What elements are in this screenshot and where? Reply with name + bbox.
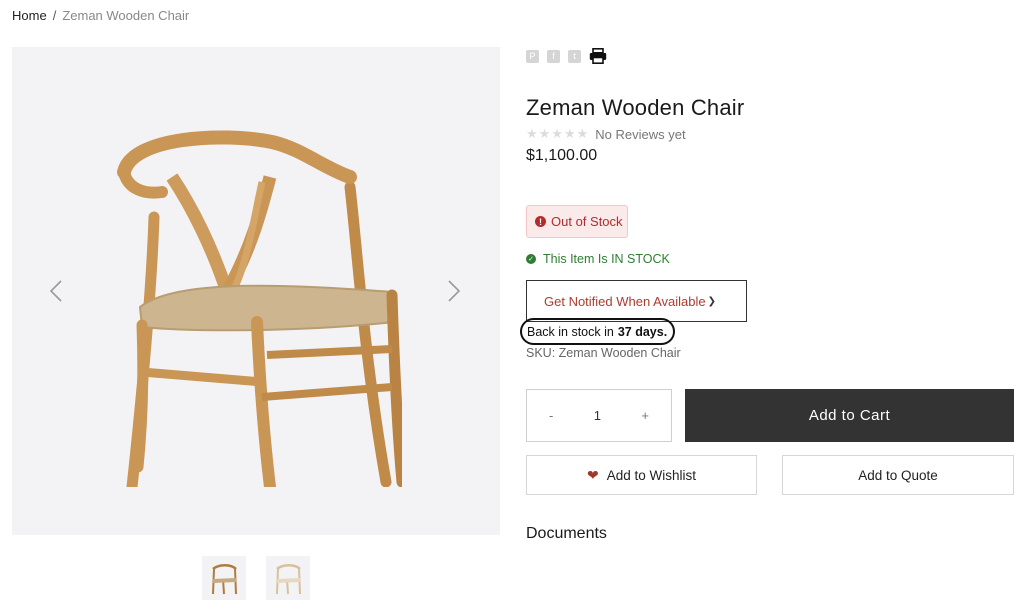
documents-heading[interactable]: Documents bbox=[526, 525, 607, 543]
thumbnail-1[interactable] bbox=[202, 556, 246, 600]
breadcrumb-current: Zeman Wooden Chair bbox=[62, 8, 190, 23]
add-to-wishlist-label: Add to Wishlist bbox=[606, 467, 696, 483]
get-notified-label: Get Notified When Available bbox=[544, 293, 706, 309]
add-to-wishlist-button[interactable]: ❤ Add to Wishlist bbox=[526, 455, 757, 495]
chevron-right-icon bbox=[448, 280, 461, 302]
breadcrumb-separator: / bbox=[52, 8, 57, 23]
back-in-stock-notice: Back in stock in 37 days. bbox=[520, 318, 676, 345]
product-sku: SKU: Zeman Wooden Chair bbox=[526, 346, 681, 360]
back-in-stock-days: 37 days. bbox=[617, 324, 668, 339]
reviews-count-text[interactable]: No Reviews yet bbox=[595, 127, 685, 142]
chair-thumbnail-image bbox=[276, 564, 301, 595]
product-title: Zeman Wooden Chair bbox=[526, 95, 745, 120]
quantity-increase-button[interactable]: + bbox=[641, 408, 649, 423]
share-icons: P f t bbox=[526, 48, 607, 64]
breadcrumb: Home / Zeman Wooden Chair bbox=[12, 8, 189, 23]
out-of-stock-label: Out of Stock bbox=[551, 214, 623, 229]
reviews-summary: ★★★★★ No Reviews yet bbox=[526, 126, 686, 142]
quantity-decrease-button[interactable]: - bbox=[549, 408, 553, 423]
chair-thumbnail-image bbox=[212, 564, 237, 595]
gallery-prev-arrow[interactable] bbox=[44, 275, 68, 307]
thumbnail-strip bbox=[202, 556, 310, 600]
gallery-next-arrow[interactable] bbox=[442, 275, 466, 307]
chevron-left-icon bbox=[49, 280, 62, 302]
chair-product-image bbox=[117, 130, 402, 487]
add-to-quote-button[interactable]: Add to Quote bbox=[782, 455, 1014, 495]
add-to-cart-button[interactable]: Add to Cart bbox=[685, 389, 1014, 442]
out-of-stock-badge: ! Out of Stock bbox=[526, 205, 628, 238]
rating-stars-icon[interactable]: ★★★★★ bbox=[526, 126, 589, 142]
thumbnail-2[interactable] bbox=[266, 556, 310, 600]
in-stock-label: This Item Is IN STOCK bbox=[543, 252, 670, 266]
quantity-stepper: - 1 + bbox=[526, 389, 672, 442]
back-in-stock-prefix: Back in stock in bbox=[527, 324, 614, 339]
heart-icon: ❤ bbox=[586, 466, 599, 483]
facebook-icon[interactable]: f bbox=[547, 49, 560, 63]
alert-icon: ! bbox=[535, 216, 546, 227]
product-price: $1,100.00 bbox=[526, 147, 598, 164]
product-image-gallery bbox=[12, 47, 500, 535]
in-stock-status: ✓ This Item Is IN STOCK bbox=[526, 252, 670, 266]
quantity-value[interactable]: 1 bbox=[594, 408, 601, 423]
twitter-icon[interactable]: t bbox=[568, 49, 581, 63]
breadcrumb-home-link[interactable]: Home bbox=[12, 8, 47, 23]
get-notified-dropdown[interactable]: Get Notified When Available ❯ bbox=[526, 280, 747, 322]
chevron-down-icon: ❯ bbox=[707, 295, 717, 307]
pinterest-icon[interactable]: P bbox=[526, 49, 539, 63]
print-icon[interactable] bbox=[589, 48, 607, 64]
check-circle-icon: ✓ bbox=[526, 254, 536, 264]
